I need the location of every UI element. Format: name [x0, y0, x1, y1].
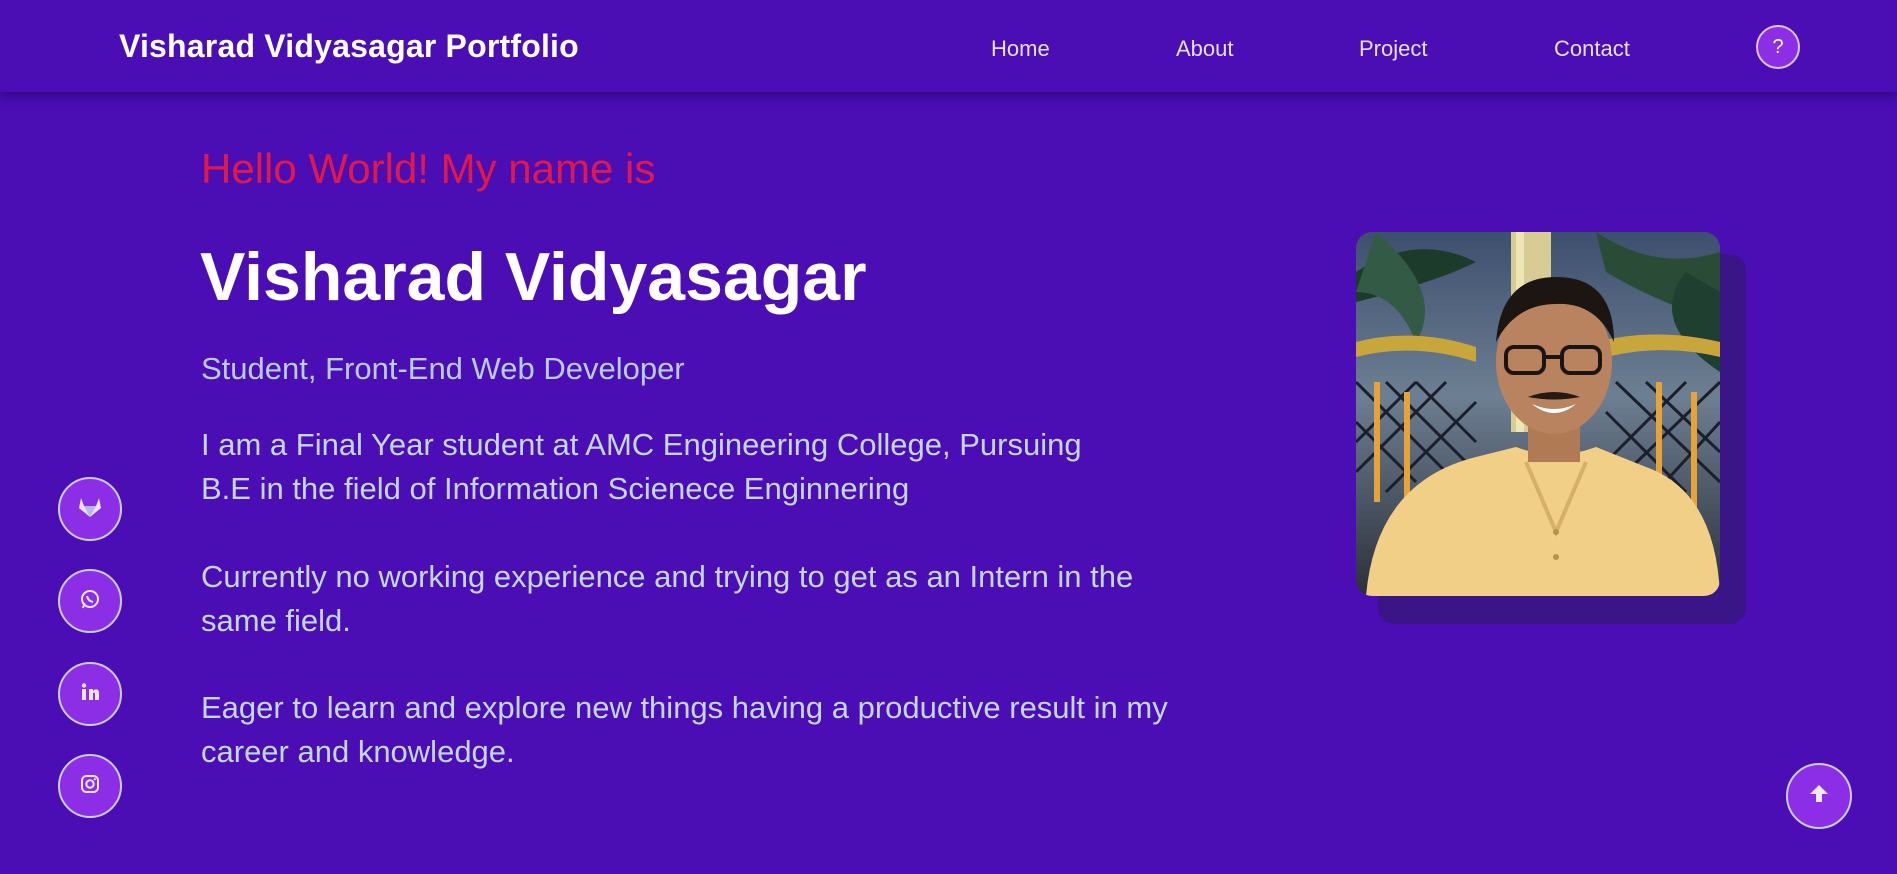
greeting-text: Hello World! My name is — [201, 145, 656, 192]
whatsapp-icon — [79, 588, 101, 615]
scroll-to-top-button[interactable] — [1786, 763, 1852, 829]
whatsapp-link-button[interactable] — [58, 569, 122, 633]
nav-link-contact[interactable]: Contact — [1554, 36, 1630, 62]
intro-paragraph: I am a Final Year student at AMC Enginee… — [201, 427, 1082, 506]
hero-subtitle: Student, Front-End Web Developer — [201, 351, 685, 386]
navbar: Visharad Vidyasagar Portfolio Home About… — [0, 0, 1897, 92]
help-label: ? — [1772, 35, 1784, 58]
brand-title[interactable]: Visharad Vidyasagar Portfolio — [119, 28, 579, 65]
arrow-up-icon — [1807, 782, 1831, 811]
nav-link-home[interactable]: Home — [991, 36, 1050, 62]
gitlab-icon — [78, 496, 102, 523]
gitlab-link-button[interactable] — [58, 477, 122, 541]
nav-link-about[interactable]: About — [1176, 36, 1234, 62]
nav-link-project[interactable]: Project — [1359, 36, 1427, 62]
instagram-icon — [79, 773, 101, 800]
linkedin-link-button[interactable] — [58, 662, 122, 726]
instagram-link-button[interactable] — [58, 754, 122, 818]
experience-paragraph: Currently no working experience and tryi… — [201, 559, 1134, 638]
profile-photo — [1356, 232, 1720, 596]
linkedin-icon — [79, 681, 101, 708]
help-button[interactable]: ? — [1756, 25, 1800, 69]
goal-paragraph: Eager to learn and explore new things ha… — [201, 690, 1168, 769]
hero-name: Visharad Vidyasagar — [200, 239, 867, 315]
